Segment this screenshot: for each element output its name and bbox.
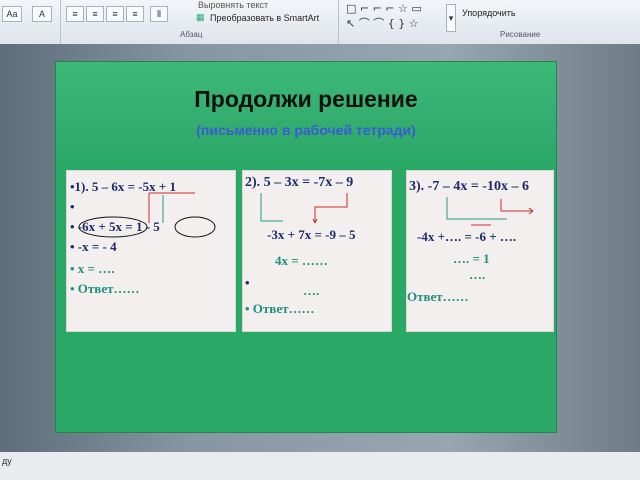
ribbon-toolbar: Aa A ≡ ≡ ≡ ≡ ⫴ Выровнять текст Преобразо…	[0, 0, 640, 45]
shapes-more-button[interactable]: ▾	[446, 4, 456, 32]
smartart-icon: ▦	[196, 12, 205, 22]
text-direction-button[interactable]: Выровнять текст	[198, 0, 268, 10]
slide-title: Продолжи решение	[194, 86, 418, 112]
task-card-3[interactable]: 3). -7 – 4x = -10x – 6 -4x +…. = -6 + ….…	[406, 170, 554, 332]
arrange-button[interactable]: Упорядочить	[462, 8, 516, 18]
font-color-label: A	[38, 9, 45, 19]
columns-icon[interactable]: ⫴	[150, 6, 168, 22]
task-card-2[interactable]: 2). 5 – 3x = -7x – 9 -3x + 7x = -9 – 5 4…	[242, 170, 392, 332]
convert-smartart-button[interactable]: Преобразовать в SmartArt	[210, 13, 319, 23]
bottom-panel	[0, 452, 640, 480]
shapes-gallery-row1[interactable]: □ ⌐ ⌐ ⌐ ☆ ▭	[346, 2, 422, 15]
task-card-1[interactable]: •1). 5 – 6x = -5x + 1 • • -6x + 5x = 1 -…	[66, 170, 236, 332]
align-center-icon[interactable]: ≡	[86, 6, 104, 22]
slide[interactable]: Продолжи решение (письменно в рабочей те…	[56, 62, 556, 432]
drawing-group-label: Рисование	[500, 30, 541, 39]
card2-annotations	[260, 193, 348, 224]
align-right-icon[interactable]: ≡	[106, 6, 124, 22]
slide-subtitle: (письменно в рабочей тетради)	[196, 122, 416, 138]
change-case-label: Aa	[6, 9, 18, 19]
align-left-icon[interactable]: ≡	[66, 6, 84, 22]
shapes-gallery-row2[interactable]: ↖ ⌒ ⌒ { } ☆	[346, 15, 419, 31]
card1-annotations	[78, 192, 216, 238]
card3-annotations	[446, 197, 534, 226]
status-text: ду	[2, 456, 12, 466]
justify-icon[interactable]: ≡	[126, 6, 144, 22]
paragraph-group-label: Абзац	[180, 30, 203, 39]
font-color-button[interactable]: A	[32, 6, 52, 22]
change-case-button[interactable]: Aa	[2, 6, 22, 22]
